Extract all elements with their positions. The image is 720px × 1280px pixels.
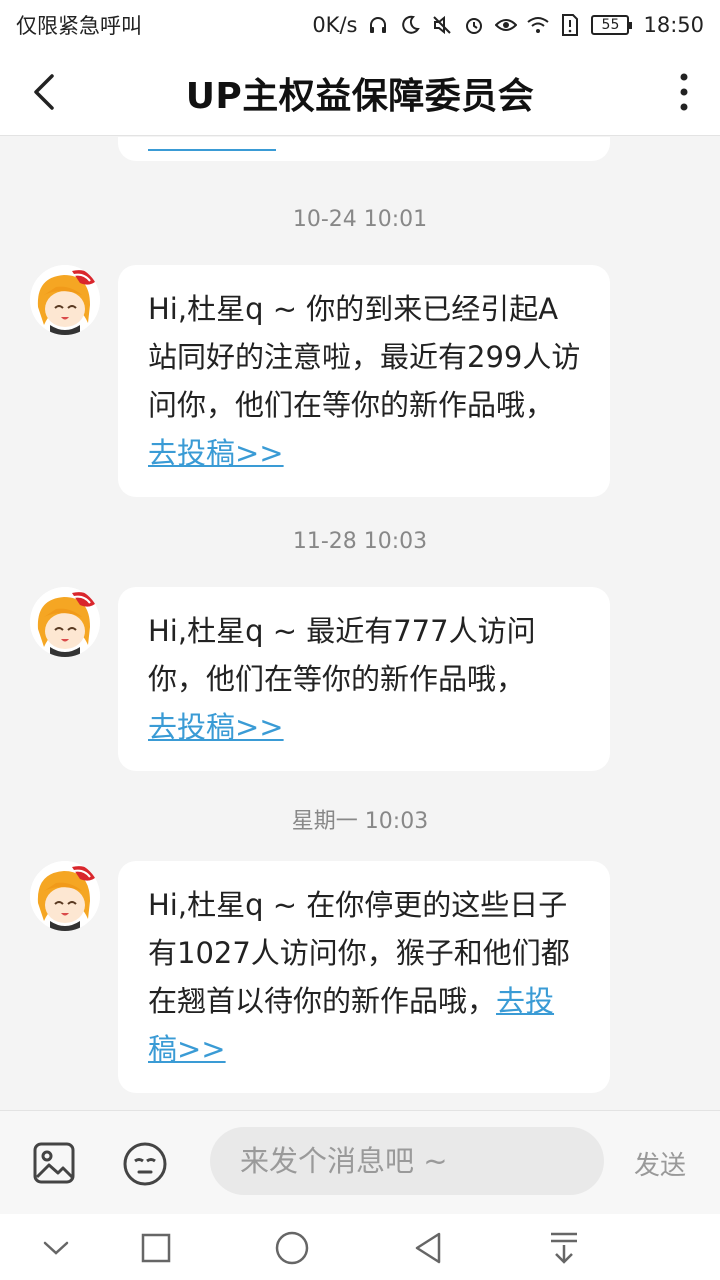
chat-list[interactable]: 10-24 10:01 Hi,杜星q ~ 你的到来已经引起A站同好的注意啦，最近… [0, 137, 720, 1110]
chevron-down-icon [43, 1241, 69, 1255]
avatar[interactable] [30, 265, 100, 335]
wifi-icon [527, 14, 550, 36]
triangle-back-icon [415, 1232, 441, 1264]
hide-keyboard-button[interactable] [34, 1226, 78, 1270]
navigation-bar [0, 1214, 720, 1280]
link-fragment [148, 141, 276, 151]
mascot-avatar-icon [30, 587, 100, 657]
sim-alert-icon [559, 14, 581, 36]
network-speed: 0K/s [312, 13, 358, 37]
previous-message-bubble [118, 137, 610, 161]
chevron-left-icon [34, 74, 54, 110]
circle-icon [275, 1231, 309, 1265]
back-button[interactable] [22, 70, 66, 114]
message-bubble: Hi,杜星q ~ 最近有777人访问你，他们在等你的新作品哦， 去投稿>> [118, 587, 610, 771]
emoji-button[interactable] [122, 1141, 168, 1187]
more-options-button[interactable] [662, 70, 706, 114]
square-icon [141, 1233, 171, 1263]
moon-icon [399, 14, 421, 36]
message-bubble: Hi,杜星q ~ 你的到来已经引起A站同好的注意啦，最近有299人访问你，他们在… [118, 265, 610, 497]
avatar[interactable] [30, 861, 100, 931]
submit-work-link[interactable]: 去投稿>> [148, 710, 284, 744]
emoji-icon [123, 1142, 167, 1186]
headphones-icon [367, 14, 389, 36]
notification-pull-button[interactable] [542, 1226, 586, 1270]
message-text: Hi,杜星q ~ 你的到来已经引起A站同好的注意啦，最近有299人访问你，他们在… [148, 292, 581, 422]
page-title: UP主权益保障委员会 [185, 75, 535, 117]
submit-work-link[interactable]: 去投稿>> [148, 436, 284, 470]
pull-down-icon [551, 1232, 577, 1264]
carrier-text: 仅限紧急呼叫 [16, 14, 142, 38]
message-timestamp: 星期一 10:03 [291, 809, 429, 834]
clock: 18:50 [643, 13, 704, 37]
input-bar: 发送 [0, 1110, 720, 1214]
screen: 仅限紧急呼叫 0K/s 55 18:50 UP主权益保障委员会 10-24 10… [0, 0, 720, 1280]
status-icons: 0K/s 55 18:50 [312, 13, 704, 37]
more-vertical-icon [680, 73, 688, 111]
mute-icon [431, 14, 453, 36]
recents-button[interactable] [134, 1226, 178, 1270]
send-button[interactable]: 发送 [634, 1145, 686, 1182]
alarm-icon [463, 14, 485, 36]
mascot-avatar-icon [30, 861, 100, 931]
eye-icon [495, 14, 518, 36]
image-icon [33, 1142, 75, 1184]
status-bar: 仅限紧急呼叫 0K/s 55 18:50 [0, 0, 720, 50]
home-button[interactable] [270, 1226, 314, 1270]
mascot-avatar-icon [30, 265, 100, 335]
message-text: Hi,杜星q ~ 最近有777人访问你，他们在等你的新作品哦， [148, 614, 536, 696]
message-input[interactable] [210, 1127, 604, 1195]
back-nav-button[interactable] [406, 1226, 450, 1270]
battery-indicator: 55 [591, 15, 633, 35]
avatar[interactable] [30, 587, 100, 657]
header: UP主权益保障委员会 [0, 50, 720, 136]
image-button[interactable] [32, 1141, 76, 1185]
message-bubble: Hi,杜星q ~ 在你停更的这些日子有1027人访问你，猴子和他们都在翘首以待你… [118, 861, 610, 1093]
message-timestamp: 10-24 10:01 [292, 207, 428, 232]
message-timestamp: 11-28 10:03 [292, 529, 428, 554]
